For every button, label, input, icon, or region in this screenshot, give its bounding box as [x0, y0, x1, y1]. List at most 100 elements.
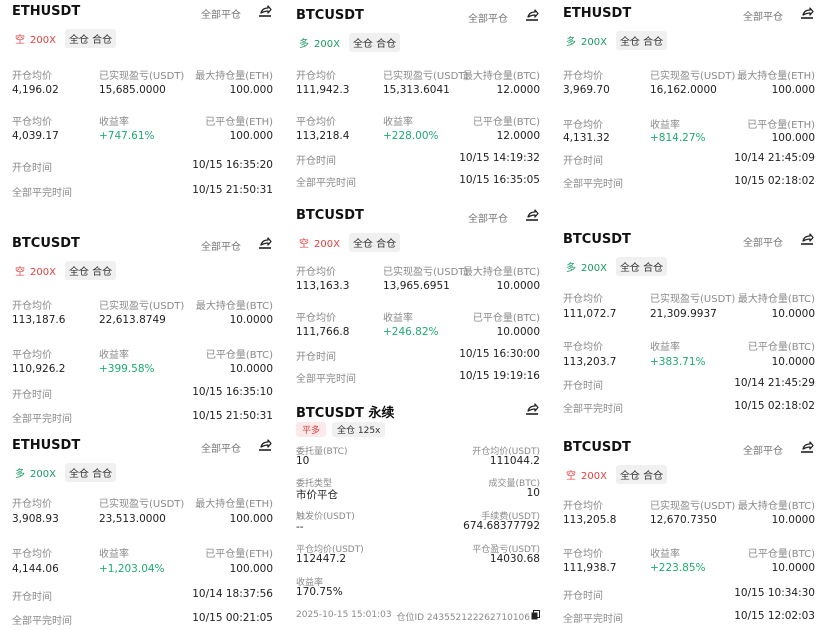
closed-qty-value: 100.000 — [229, 563, 273, 575]
open-avg-label: 开仓均价 — [12, 499, 52, 510]
open-time-value: 10/14 18:37:56 — [192, 588, 273, 600]
open-time-label: 开仓时间 — [563, 591, 603, 602]
open-time-label: 开仓时间 — [296, 156, 336, 167]
close-avg-label: 平仓均价 — [12, 117, 52, 128]
close-avg-label: 平仓均价 — [563, 342, 603, 353]
full-close-time-value: 10/15 21:50:31 — [192, 410, 273, 422]
closed-qty-value: 100.000 — [229, 130, 273, 142]
side-tag: 多 200X — [563, 32, 610, 49]
share-icon[interactable] — [257, 235, 273, 251]
trigger-label: 触发价(USDT) — [296, 512, 355, 522]
yield-value: +399.58% — [99, 363, 155, 375]
max-hold-value: 10.0000 — [771, 308, 815, 320]
close-avg-value: 112447.2 — [296, 553, 347, 565]
yield-value: +1,203.04% — [99, 563, 165, 575]
full-close-time-label: 全部平完时间 — [12, 414, 72, 425]
close-all-button[interactable]: 全部平仓 — [743, 234, 783, 249]
side-tag: 空 200X — [563, 466, 610, 483]
full-close-time-label: 全部平完时间 — [563, 404, 623, 415]
realized-pnl-value: 22,613.8749 — [99, 314, 166, 326]
realized-pnl-label: 已实现盈亏(USDT) — [99, 71, 185, 82]
closed-qty-label: 已平仓量(ETH) — [205, 549, 273, 560]
margin-mode-tag: 全仓 合仓 — [64, 463, 117, 482]
trigger-value: -- — [296, 521, 304, 533]
close-avg-value: 4,039.17 — [12, 130, 59, 142]
closed-qty-value: 10.0000 — [229, 363, 273, 375]
share-icon[interactable] — [257, 437, 273, 453]
open-avg-value: 113,187.6 — [12, 314, 66, 326]
full-close-time-value: 10/15 02:18:02 — [734, 400, 815, 412]
close-all-button[interactable]: 全部平仓 — [468, 210, 508, 225]
position-card: ETHUSDT 全部平仓 空 200X 全仓 合仓 开仓均价 4,196.02 已… — [12, 3, 273, 199]
margin-mode-tag: 全仓 合仓 — [64, 29, 117, 48]
max-hold-label: 最大持仓量(BTC) — [462, 71, 540, 82]
full-close-time-value: 10/15 21:50:31 — [192, 184, 273, 196]
close-all-button[interactable]: 全部平仓 — [743, 442, 783, 457]
share-icon[interactable] — [799, 439, 815, 455]
closed-qty-label: 已平仓量(BTC) — [472, 313, 540, 324]
yield-value: +223.85% — [650, 562, 706, 574]
open-avg-label: 开仓均价 — [12, 71, 52, 82]
close-avg-value: 110,926.2 — [12, 363, 66, 375]
close-avg-value: 111,766.8 — [296, 326, 350, 338]
full-close-time-label: 全部平完时间 — [296, 374, 356, 385]
open-time-value: 10/14 21:45:09 — [734, 152, 815, 164]
open-time-label: 开仓时间 — [12, 390, 52, 401]
realized-pnl-label: 已实现盈亏(USDT) — [650, 71, 736, 82]
position-card: BTCUSDT 全部平仓 空 200X 全仓 合仓 开仓均价 113,187.6 … — [12, 236, 273, 426]
close-avg-label: 平仓均价 — [12, 350, 52, 361]
symbol-title: ETHUSDT — [12, 4, 81, 19]
realized-pnl-label: 已实现盈亏(USDT) — [650, 294, 736, 305]
margin-mode-tag: 全仓 合仓 — [615, 257, 668, 276]
side-tag: 多 200X — [563, 258, 610, 275]
filled-value: 10 — [526, 487, 540, 499]
yield-label: 收益率 — [650, 342, 680, 353]
open-avg-label: 开仓均价 — [296, 267, 336, 278]
yield-label: 收益率 — [99, 117, 129, 128]
open-avg-value: 4,196.02 — [12, 84, 59, 96]
yield-value: 170.75% — [296, 586, 343, 598]
close-all-button[interactable]: 全部平仓 — [468, 10, 508, 25]
close-all-button[interactable]: 全部平仓 — [201, 238, 241, 253]
yield-value: +383.71% — [650, 356, 706, 368]
share-icon[interactable] — [524, 401, 540, 417]
copy-icon[interactable] — [531, 610, 540, 620]
share-icon[interactable] — [524, 207, 540, 223]
realized-pnl-value: 21,309.9937 — [650, 308, 717, 320]
close-all-button[interactable]: 全部平仓 — [201, 440, 241, 455]
close-avg-label: 平仓均价 — [12, 549, 52, 560]
margin-mode-tag: 全仓 合仓 — [348, 233, 401, 252]
open-avg-value: 113,205.8 — [563, 514, 617, 526]
realized-pnl-value: 13,965.6951 — [383, 280, 450, 292]
full-close-time-label: 全部平完时间 — [296, 178, 356, 189]
yield-label: 收益率 — [650, 120, 680, 131]
close-avg-value: 4,131.32 — [563, 132, 610, 144]
side-tag: 空 200X — [12, 30, 59, 47]
yield-value: +228.00% — [383, 130, 439, 142]
open-avg-label: 开仓均价 — [563, 71, 603, 82]
share-icon[interactable] — [524, 7, 540, 23]
position-card: BTCUSDT 全部平仓 多 200X 全仓 合仓 开仓均价 111,942.3 … — [296, 8, 540, 198]
position-id: 仓位ID 2435521222627101​06 — [396, 613, 530, 623]
symbol-title: BTCUSDT — [12, 236, 80, 251]
max-hold-label: 最大持仓量(ETH) — [195, 499, 273, 510]
close-all-button[interactable]: 全部平仓 — [743, 8, 783, 23]
max-hold-value: 100.000 — [771, 84, 815, 96]
max-hold-value: 100.000 — [229, 84, 273, 96]
realized-pnl-label: 已实现盈亏(USDT) — [383, 71, 469, 82]
closed-qty-label: 已平仓量(ETH) — [747, 120, 815, 131]
close-all-button[interactable]: 全部平仓 — [201, 6, 241, 21]
realized-pnl-value: 15,313.6041 — [383, 84, 450, 96]
share-icon[interactable] — [257, 3, 273, 19]
close-avg-value: 111,938.7 — [563, 562, 617, 574]
entrust-qty-value: 10 — [296, 455, 310, 467]
share-icon[interactable] — [799, 231, 815, 247]
share-icon[interactable] — [799, 5, 815, 21]
closed-qty-value: 10.0000 — [496, 326, 540, 338]
open-avg-label: 开仓均价 — [296, 71, 336, 82]
full-close-time-value: 10/15 02:18:02 — [734, 175, 815, 187]
closed-qty-value: 10.0000 — [771, 562, 815, 574]
max-hold-label: 最大持仓量(ETH) — [195, 71, 273, 82]
closed-qty-label: 已平仓量(BTC) — [747, 549, 815, 560]
side-tag: 空 200X — [296, 234, 343, 251]
